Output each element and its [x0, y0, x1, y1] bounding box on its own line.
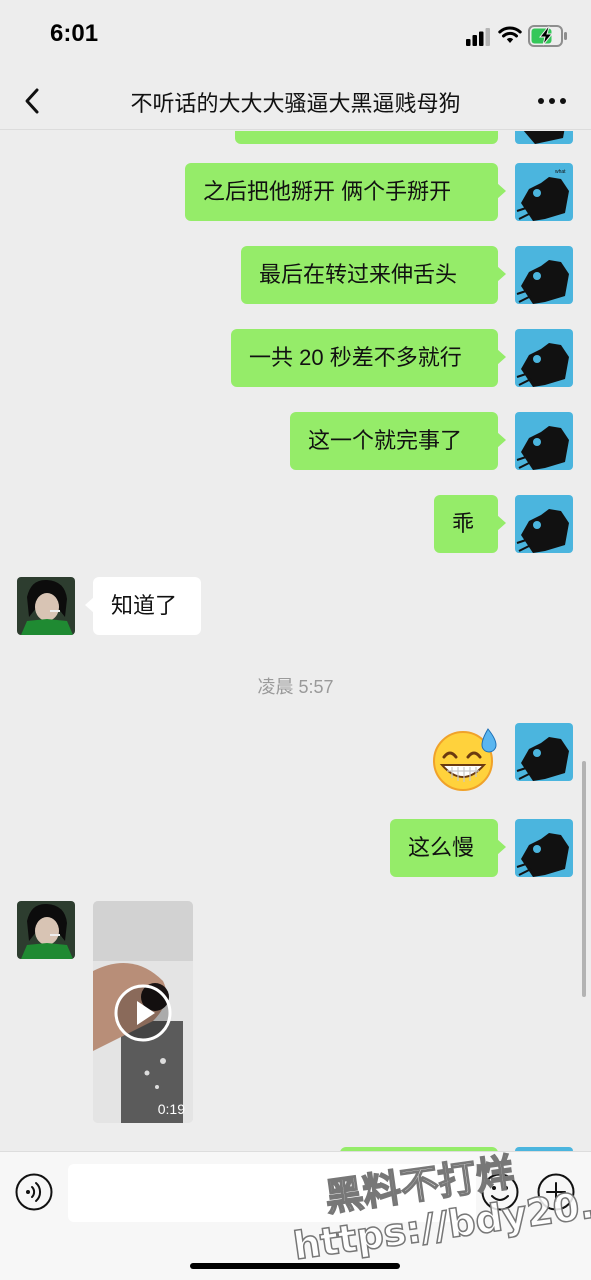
my-avatar[interactable] [515, 723, 573, 781]
battery-charging-icon [528, 25, 567, 47]
wifi-icon [498, 26, 522, 43]
voice-input-icon[interactable] [14, 1172, 54, 1212]
emoji-picker-icon[interactable] [480, 1172, 520, 1212]
message-bubble-out[interactable]: 之后把他掰开 俩个手掰开 [185, 163, 506, 221]
grin-sweat-emoji-icon[interactable] [430, 727, 500, 791]
svg-text:what: what [555, 169, 566, 175]
input-bar [0, 1151, 591, 1280]
status-time: 6:01 [50, 20, 99, 47]
chat-header: 不听话的大大大骚逼大黑逼贱母狗 [0, 72, 591, 130]
my-avatar[interactable] [515, 412, 573, 470]
contact-avatar[interactable] [17, 901, 75, 959]
status-bar: 6:01 [0, 0, 591, 72]
contact-avatar[interactable] [17, 577, 75, 635]
my-avatar[interactable] [515, 495, 573, 553]
message-list[interactable]: 之后把他掰开 俩个手掰开 what 最后在转过来伸舌头 一共 20 秒差不多就行… [0, 131, 591, 1151]
message-input[interactable] [68, 1164, 476, 1222]
my-avatar[interactable] [515, 246, 573, 304]
my-avatar[interactable]: what [515, 163, 573, 221]
video-duration: 0:19 [157, 1101, 185, 1117]
timestamp: 凌晨 5:57 [257, 677, 334, 697]
my-avatar[interactable] [515, 819, 573, 877]
message-bubble-out[interactable]: 乖 [434, 495, 506, 553]
more-options-icon[interactable] [534, 88, 570, 114]
message-bubble-in[interactable]: 知道了 [85, 577, 201, 635]
play-icon[interactable] [113, 983, 173, 1043]
message-bubble-out[interactable]: 这么慢 [390, 819, 506, 877]
message-bubble-out[interactable]: 这一个就完事了 [290, 412, 506, 470]
home-indicator[interactable] [190, 1263, 400, 1269]
message-bubble-out[interactable]: 一共 20 秒差不多就行 [231, 329, 506, 387]
chat-title: 不听话的大大大骚逼大黑逼贱母狗 [130, 91, 461, 116]
video-message[interactable]: 0:19 [93, 901, 193, 1123]
my-avatar[interactable] [515, 329, 573, 387]
my-avatar[interactable] [515, 131, 573, 144]
scrollbar[interactable] [582, 761, 586, 997]
message-bubble-out[interactable]: 最后在转过来伸舌头 [241, 246, 506, 304]
add-more-icon[interactable] [536, 1172, 576, 1212]
message-bubble-partial[interactable] [235, 131, 498, 144]
back-arrow-icon[interactable] [18, 84, 48, 118]
cellular-signal-icon [466, 28, 490, 46]
